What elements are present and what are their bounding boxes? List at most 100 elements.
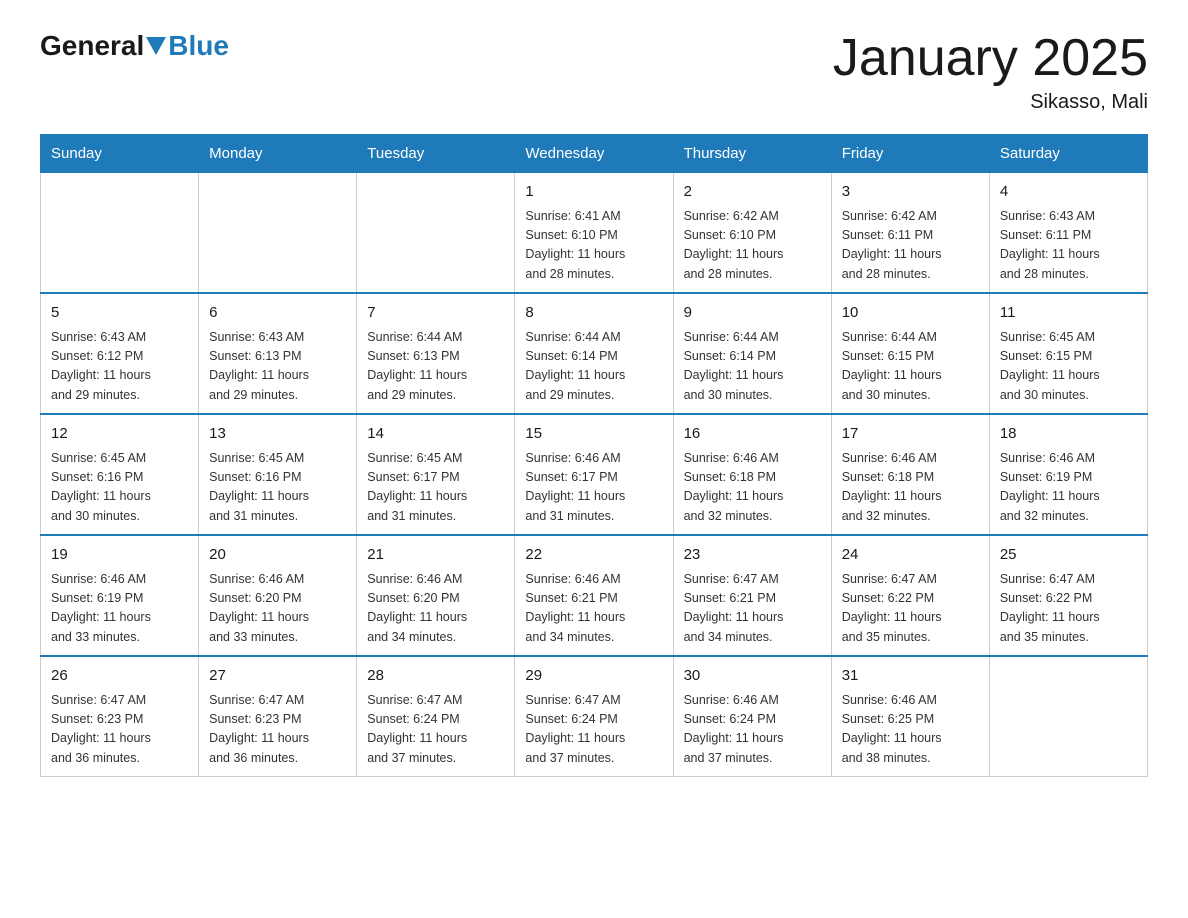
day-info: Sunrise: 6:45 AM Sunset: 6:16 PM Dayligh…	[209, 449, 346, 527]
day-info: Sunrise: 6:46 AM Sunset: 6:19 PM Dayligh…	[1000, 449, 1137, 527]
day-info: Sunrise: 6:46 AM Sunset: 6:20 PM Dayligh…	[209, 570, 346, 648]
calendar-day-cell: 25Sunrise: 6:47 AM Sunset: 6:22 PM Dayli…	[989, 535, 1147, 656]
calendar-day-cell: 14 Sunrise: 6:45 AM Sunset: 6:17 PM Dayli…	[357, 414, 515, 535]
calendar-week-row: 1 Sunrise: 6:41 AM Sunset: 6:10 PM Daylig…	[41, 173, 1148, 294]
calendar-day-cell: 31Sunrise: 6:46 AM Sunset: 6:25 PM Dayli…	[831, 656, 989, 777]
day-info: Sunrise: 6:44 AM Sunset: 6:13 PM Dayligh…	[367, 328, 504, 406]
calendar-day-cell: 19Sunrise: 6:46 AM Sunset: 6:19 PM Dayli…	[41, 535, 199, 656]
calendar-week-row: 19Sunrise: 6:46 AM Sunset: 6:19 PM Dayli…	[41, 535, 1148, 656]
day-info: Sunrise: 6:47 AM Sunset: 6:22 PM Dayligh…	[842, 570, 979, 648]
day-info: Sunrise: 6:47 AM Sunset: 6:24 PM Dayligh…	[367, 691, 504, 769]
day-number: 30	[684, 665, 821, 688]
day-number: 24	[842, 544, 979, 567]
day-number: 13	[209, 423, 346, 446]
calendar-day-cell: 1 Sunrise: 6:41 AM Sunset: 6:10 PM Daylig…	[515, 173, 673, 294]
day-number: 2	[684, 181, 821, 204]
day-number: 14	[367, 423, 504, 446]
day-info: Sunrise: 6:46 AM Sunset: 6:18 PM Dayligh…	[684, 449, 821, 527]
day-number: 9	[684, 302, 821, 325]
calendar-day-cell: 12 Sunrise: 6:45 AM Sunset: 6:16 PM Dayli…	[41, 414, 199, 535]
day-number: 12	[51, 423, 188, 446]
calendar-day-cell: 9 Sunrise: 6:44 AM Sunset: 6:14 PM Daylig…	[673, 293, 831, 414]
day-number: 3	[842, 181, 979, 204]
calendar-day-cell: 18 Sunrise: 6:46 AM Sunset: 6:19 PM Dayli…	[989, 414, 1147, 535]
calendar-day-cell: 28 Sunrise: 6:47 AM Sunset: 6:24 PM Dayli…	[357, 656, 515, 777]
calendar-day-cell	[989, 656, 1147, 777]
logo-general-text: General	[40, 30, 144, 62]
day-number: 10	[842, 302, 979, 325]
weekday-header-tuesday: Tuesday	[357, 135, 515, 173]
day-info: Sunrise: 6:44 AM Sunset: 6:14 PM Dayligh…	[684, 328, 821, 406]
logo: General Blue	[40, 30, 229, 62]
calendar-day-cell: 4 Sunrise: 6:43 AM Sunset: 6:11 PM Daylig…	[989, 173, 1147, 294]
day-number: 11	[1000, 302, 1137, 325]
page-header: General Blue January 2025 Sikasso, Mali	[40, 30, 1148, 114]
calendar-day-cell: 23 Sunrise: 6:47 AM Sunset: 6:21 PM Dayli…	[673, 535, 831, 656]
calendar-day-cell: 20 Sunrise: 6:46 AM Sunset: 6:20 PM Dayli…	[199, 535, 357, 656]
calendar-day-cell: 21Sunrise: 6:46 AM Sunset: 6:20 PM Dayli…	[357, 535, 515, 656]
calendar-week-row: 26 Sunrise: 6:47 AM Sunset: 6:23 PM Dayli…	[41, 656, 1148, 777]
calendar-day-cell: 2 Sunrise: 6:42 AM Sunset: 6:10 PM Daylig…	[673, 173, 831, 294]
day-number: 1	[525, 181, 662, 204]
logo-blue-text: Blue	[168, 30, 229, 62]
day-number: 17	[842, 423, 979, 446]
calendar-day-cell: 7Sunrise: 6:44 AM Sunset: 6:13 PM Daylig…	[357, 293, 515, 414]
day-info: Sunrise: 6:46 AM Sunset: 6:24 PM Dayligh…	[684, 691, 821, 769]
title-section: January 2025 Sikasso, Mali	[833, 30, 1148, 114]
weekday-header-friday: Friday	[831, 135, 989, 173]
day-number: 29	[525, 665, 662, 688]
day-info: Sunrise: 6:47 AM Sunset: 6:23 PM Dayligh…	[51, 691, 188, 769]
day-number: 18	[1000, 423, 1137, 446]
calendar-day-cell: 30 Sunrise: 6:46 AM Sunset: 6:24 PM Dayli…	[673, 656, 831, 777]
day-number: 26	[51, 665, 188, 688]
day-info: Sunrise: 6:47 AM Sunset: 6:21 PM Dayligh…	[684, 570, 821, 648]
weekday-header-thursday: Thursday	[673, 135, 831, 173]
day-number: 20	[209, 544, 346, 567]
day-number: 4	[1000, 181, 1137, 204]
day-number: 21	[367, 544, 504, 567]
calendar-day-cell: 16 Sunrise: 6:46 AM Sunset: 6:18 PM Dayli…	[673, 414, 831, 535]
calendar-day-cell: 5 Sunrise: 6:43 AM Sunset: 6:12 PM Daylig…	[41, 293, 199, 414]
day-number: 19	[51, 544, 188, 567]
day-info: Sunrise: 6:47 AM Sunset: 6:24 PM Dayligh…	[525, 691, 662, 769]
weekday-header-saturday: Saturday	[989, 135, 1147, 173]
day-number: 28	[367, 665, 504, 688]
calendar-day-cell: 22 Sunrise: 6:46 AM Sunset: 6:21 PM Dayli…	[515, 535, 673, 656]
calendar-week-row: 5 Sunrise: 6:43 AM Sunset: 6:12 PM Daylig…	[41, 293, 1148, 414]
weekday-header-wednesday: Wednesday	[515, 135, 673, 173]
day-number: 8	[525, 302, 662, 325]
calendar-day-cell: 26 Sunrise: 6:47 AM Sunset: 6:23 PM Dayli…	[41, 656, 199, 777]
day-number: 15	[525, 423, 662, 446]
day-info: Sunrise: 6:46 AM Sunset: 6:18 PM Dayligh…	[842, 449, 979, 527]
calendar-day-cell	[357, 173, 515, 294]
day-number: 25	[1000, 544, 1137, 567]
weekday-header-row: SundayMondayTuesdayWednesdayThursdayFrid…	[41, 135, 1148, 173]
location: Sikasso, Mali	[833, 91, 1148, 114]
calendar-day-cell: 11 Sunrise: 6:45 AM Sunset: 6:15 PM Dayli…	[989, 293, 1147, 414]
calendar-title: January 2025	[833, 30, 1148, 87]
day-info: Sunrise: 6:46 AM Sunset: 6:17 PM Dayligh…	[525, 449, 662, 527]
day-info: Sunrise: 6:42 AM Sunset: 6:10 PM Dayligh…	[684, 207, 821, 285]
day-info: Sunrise: 6:47 AM Sunset: 6:23 PM Dayligh…	[209, 691, 346, 769]
calendar-day-cell: 17 Sunrise: 6:46 AM Sunset: 6:18 PM Dayli…	[831, 414, 989, 535]
day-info: Sunrise: 6:44 AM Sunset: 6:15 PM Dayligh…	[842, 328, 979, 406]
day-info: Sunrise: 6:41 AM Sunset: 6:10 PM Dayligh…	[525, 207, 662, 285]
weekday-header-sunday: Sunday	[41, 135, 199, 173]
day-info: Sunrise: 6:46 AM Sunset: 6:21 PM Dayligh…	[525, 570, 662, 648]
calendar-day-cell: 15 Sunrise: 6:46 AM Sunset: 6:17 PM Dayli…	[515, 414, 673, 535]
day-info: Sunrise: 6:45 AM Sunset: 6:15 PM Dayligh…	[1000, 328, 1137, 406]
day-info: Sunrise: 6:43 AM Sunset: 6:12 PM Dayligh…	[51, 328, 188, 406]
day-info: Sunrise: 6:43 AM Sunset: 6:11 PM Dayligh…	[1000, 207, 1137, 285]
day-info: Sunrise: 6:45 AM Sunset: 6:17 PM Dayligh…	[367, 449, 504, 527]
day-number: 27	[209, 665, 346, 688]
day-number: 5	[51, 302, 188, 325]
calendar-week-row: 12 Sunrise: 6:45 AM Sunset: 6:16 PM Dayli…	[41, 414, 1148, 535]
day-number: 23	[684, 544, 821, 567]
logo-triangle-icon	[146, 37, 166, 55]
calendar-day-cell: 24 Sunrise: 6:47 AM Sunset: 6:22 PM Dayli…	[831, 535, 989, 656]
day-number: 16	[684, 423, 821, 446]
day-number: 6	[209, 302, 346, 325]
day-info: Sunrise: 6:45 AM Sunset: 6:16 PM Dayligh…	[51, 449, 188, 527]
day-number: 31	[842, 665, 979, 688]
day-number: 22	[525, 544, 662, 567]
